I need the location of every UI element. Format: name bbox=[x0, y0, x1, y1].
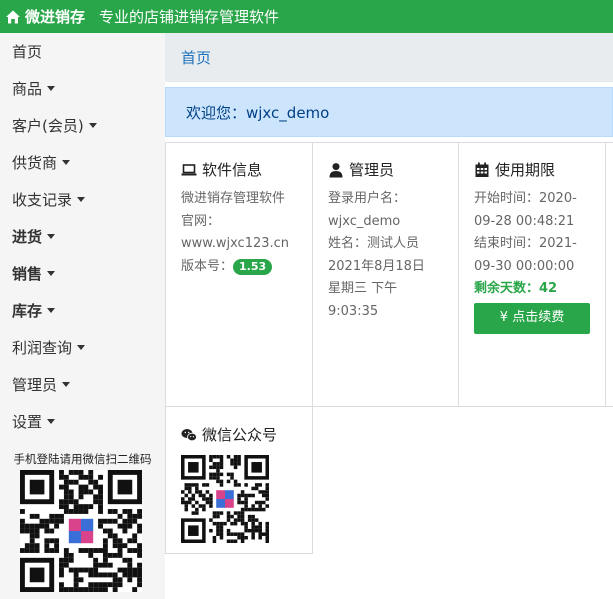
version-label: 版本号： bbox=[181, 258, 234, 274]
caret-down-icon bbox=[47, 308, 56, 313]
calendar-icon bbox=[475, 162, 489, 177]
wechat-title-text: 微信公众号 bbox=[202, 426, 278, 444]
caret-down-icon bbox=[88, 123, 97, 128]
brand-slogan: 专业的店铺进销存管理软件 bbox=[99, 8, 280, 26]
wechat-card: 微信公众号 bbox=[165, 406, 313, 554]
version-badge: 1.53 bbox=[233, 258, 273, 275]
wechat-icon bbox=[181, 428, 197, 441]
qr-caption: 手机登陆请用微信扫二维码 bbox=[13, 452, 152, 466]
software-name: 微进销存管理软件 bbox=[181, 191, 286, 206]
sidebar-menu: 首页商品客户(会员) 供货商收支记录进货销售库存利润查询管理员设置 bbox=[0, 33, 165, 440]
sidebar-item-10[interactable]: 设置 bbox=[0, 403, 165, 440]
caret-down-icon bbox=[47, 271, 56, 276]
caret-down-icon bbox=[62, 160, 71, 165]
admin-body: 登录用户名： wjxc_demo 姓名：测试人员 2021年8月18日 星期三 … bbox=[328, 188, 452, 323]
end-time-line2: 09-30 00:00:00 bbox=[474, 258, 575, 274]
site-link[interactable]: www.wjxc123.cn bbox=[181, 233, 306, 256]
sidebar-item-0[interactable]: 首页 bbox=[0, 33, 165, 70]
sidebar-item-4[interactable]: 收支记录 bbox=[0, 181, 165, 218]
login-label: 登录用户名： bbox=[328, 191, 407, 206]
breadcrumb: 首页 bbox=[165, 33, 613, 82]
caret-down-icon bbox=[47, 419, 56, 424]
usage-period-card: 使用期限 开始时间：2020- 09-28 00:48:21 结束时间：2021… bbox=[458, 142, 606, 407]
software-info-card: 软件信息 微进销存管理软件 官网： www.wjxc123.cn 版本号： 1.5… bbox=[165, 142, 313, 407]
qr-code-image bbox=[20, 470, 142, 592]
admin-card: 管理员 登录用户名： wjxc_demo 姓名：测试人员 2021年8月18日 … bbox=[312, 142, 459, 407]
sidebar-item-label: 客户(会员) bbox=[12, 117, 84, 135]
main-content: 首页 欢迎您：wjxc_demo 软件信息 微进销存管理软件 官网： www.w… bbox=[165, 33, 613, 599]
software-info-title-text: 软件信息 bbox=[202, 161, 263, 179]
sidebar-item-label: 商品 bbox=[12, 80, 43, 98]
wechat-qr-code bbox=[181, 455, 269, 543]
sidebar-item-3[interactable]: 供货商 bbox=[0, 144, 165, 181]
user-icon bbox=[329, 162, 343, 177]
sidebar-item-1[interactable]: 商品 bbox=[0, 70, 165, 107]
home-icon[interactable] bbox=[5, 9, 21, 25]
sidebar-item-label: 管理员 bbox=[12, 376, 58, 394]
usage-period-title-text: 使用期限 bbox=[495, 161, 556, 179]
caret-down-icon bbox=[77, 345, 86, 350]
caret-down-icon bbox=[62, 382, 71, 387]
sidebar-item-label: 利润查询 bbox=[12, 339, 73, 357]
laptop-icon bbox=[181, 163, 197, 175]
top-bar: 微进销存 专业的店铺进销存管理软件 bbox=[0, 0, 613, 33]
usage-period-title: 使用期限 bbox=[474, 159, 555, 180]
current-date: 2021年8月18日 bbox=[328, 258, 425, 274]
start-time-line1: 开始时间：2020- bbox=[474, 191, 577, 206]
sidebar-item-label: 销售 bbox=[12, 265, 43, 283]
admin-name: 姓名：测试人员 bbox=[328, 236, 420, 251]
usage-period-body: 开始时间：2020- 09-28 00:48:21 结束时间：2021- 09-… bbox=[474, 188, 599, 334]
sidebar-item-label: 收支记录 bbox=[12, 191, 73, 209]
current-time: 9:03:35 bbox=[328, 303, 379, 319]
caret-down-icon bbox=[77, 197, 86, 202]
login-value: wjxc_demo bbox=[328, 213, 401, 229]
remaining-days: 剩余天数：42 bbox=[474, 281, 558, 296]
sidebar-item-label: 供货商 bbox=[12, 154, 58, 172]
sidebar-item-7[interactable]: 库存 bbox=[0, 292, 165, 329]
sidebar-item-label: 进货 bbox=[12, 228, 43, 246]
current-weekday: 星期三 下午 bbox=[328, 281, 398, 296]
site-label: 官网： bbox=[181, 213, 221, 229]
brand-name[interactable]: 微进销存 bbox=[25, 6, 85, 27]
renew-button[interactable]: ¥ 点击续费 bbox=[474, 302, 590, 334]
wechat-title: 微信公众号 bbox=[181, 424, 277, 445]
sidebar-item-label: 库存 bbox=[12, 302, 43, 320]
software-info-body: 微进销存管理软件 官网： www.wjxc123.cn 版本号： 1.53 bbox=[181, 188, 306, 278]
sidebar-item-label: 首页 bbox=[12, 43, 43, 61]
caret-down-icon bbox=[47, 86, 56, 91]
admin-title-text: 管理员 bbox=[349, 161, 395, 179]
software-info-title: 软件信息 bbox=[181, 159, 262, 180]
welcome-alert: 欢迎您：wjxc_demo bbox=[165, 87, 613, 137]
sidebar-item-9[interactable]: 管理员 bbox=[0, 366, 165, 403]
sidebar-item-5[interactable]: 进货 bbox=[0, 218, 165, 255]
welcome-text: 欢迎您：wjxc_demo bbox=[186, 103, 330, 122]
overflow-card-edge bbox=[605, 142, 613, 407]
sidebar: 首页商品客户(会员) 供货商收支记录进货销售库存利润查询管理员设置 手机登陆请用微… bbox=[0, 33, 165, 599]
end-time-line1: 结束时间：2021- bbox=[474, 236, 577, 251]
start-time-line2: 09-28 00:48:21 bbox=[474, 213, 575, 229]
sidebar-item-label: 设置 bbox=[12, 413, 43, 431]
version-row: 版本号： 1.53 bbox=[181, 256, 306, 279]
admin-title: 管理员 bbox=[328, 159, 394, 180]
sidebar-item-6[interactable]: 销售 bbox=[0, 255, 165, 292]
sidebar-item-2[interactable]: 客户(会员) bbox=[0, 107, 165, 144]
breadcrumb-home-link[interactable]: 首页 bbox=[181, 47, 211, 68]
caret-down-icon bbox=[47, 234, 56, 239]
sidebar-item-8[interactable]: 利润查询 bbox=[0, 329, 165, 366]
